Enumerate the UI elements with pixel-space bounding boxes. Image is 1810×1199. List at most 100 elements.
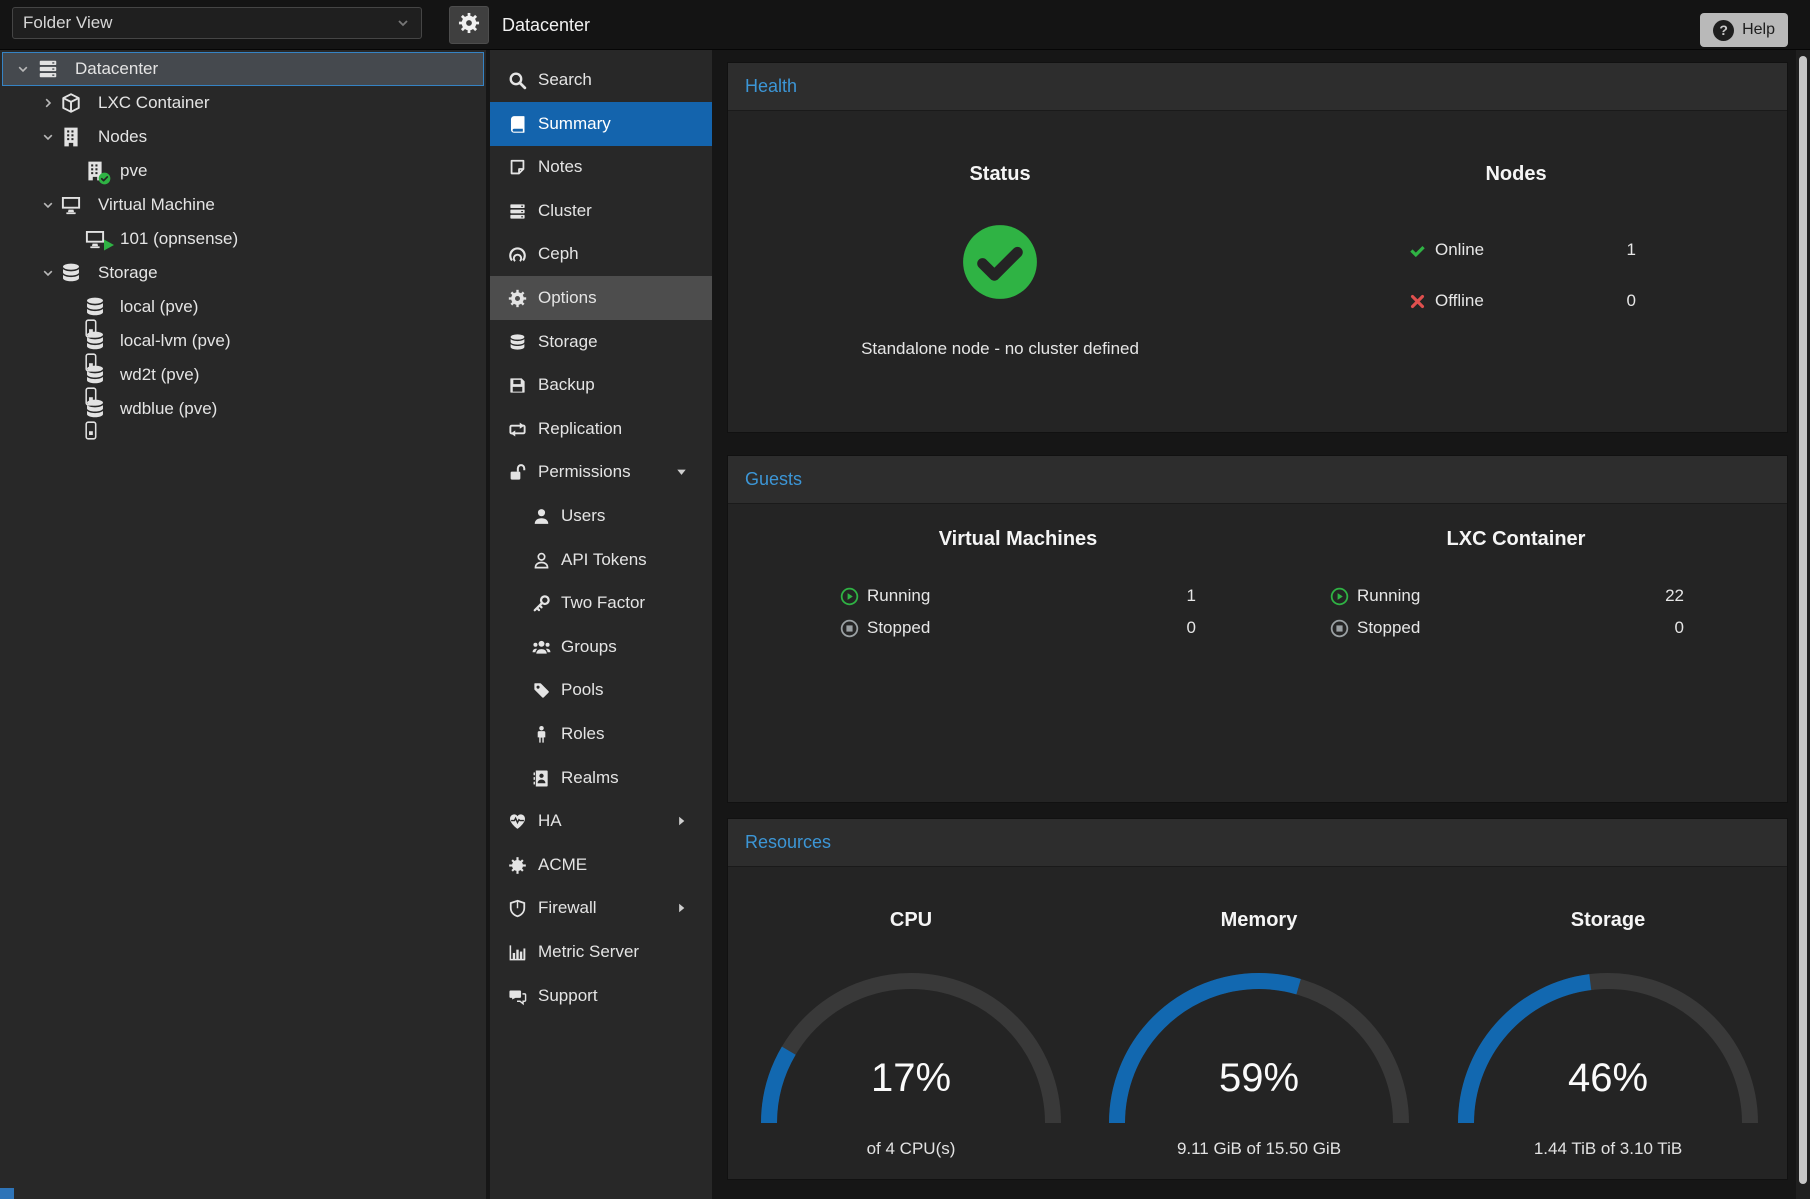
menu-item-label: Backup bbox=[538, 375, 595, 395]
menu-item-realms[interactable]: Realms bbox=[490, 756, 712, 800]
gauge-storage: Storage46%1.44 TiB of 3.10 TiB bbox=[1458, 867, 1758, 1180]
help-button-label: Help bbox=[1742, 21, 1775, 39]
menu-item-metric-server[interactable]: Metric Server bbox=[490, 930, 712, 974]
tree-item-storage[interactable]: Storage bbox=[2, 256, 484, 290]
top-bar: Folder View Datacenter ? Help bbox=[0, 0, 1810, 50]
arrow-down-icon bbox=[674, 465, 692, 480]
menu-item-options[interactable]: Options bbox=[490, 276, 712, 320]
proxmox-app: Folder View Datacenter ? Help Datacenter… bbox=[0, 0, 1810, 1199]
guest-status-row-virtual-machines-stopped: Stopped0 bbox=[840, 618, 1196, 638]
datacenter-menu: Search Summary Notes Cluster CephOptionsStor… bbox=[490, 50, 712, 1199]
check-circle-icon bbox=[98, 172, 111, 185]
menu-item-users[interactable]: Users bbox=[490, 494, 712, 538]
nodes-table: Online1Offline0 bbox=[1408, 111, 1636, 433]
health-panel-body: Status Standalone node - no cluster defi… bbox=[728, 111, 1787, 433]
tree-item-lxc-container[interactable]: LXC Container bbox=[2, 86, 484, 120]
arrow-right-icon bbox=[674, 901, 692, 916]
gear-icon bbox=[506, 288, 528, 308]
desktop-icon bbox=[60, 194, 90, 216]
resource-tree: DatacenterLXC ContainerNodespveVirtual M… bbox=[0, 50, 486, 1199]
menu-item-notes[interactable]: Notes bbox=[490, 145, 712, 189]
tree-item-local-lvm-pve[interactable]: local-lvm (pve) bbox=[2, 324, 484, 358]
expand-chevron-icon[interactable] bbox=[40, 95, 56, 111]
resources-panel-body: CPU17%of 4 CPU(s)Memory59%9.11 GiB of 15… bbox=[728, 867, 1787, 1180]
guest-status-label: Running bbox=[867, 586, 930, 606]
guests-panel: Guests Virtual MachinesRunning1Stopped0L… bbox=[727, 455, 1788, 803]
guests-column-title: Virtual Machines bbox=[818, 528, 1218, 551]
tree-item-local-pve[interactable]: local (pve) bbox=[2, 290, 484, 324]
collapse-chevron-icon[interactable] bbox=[15, 61, 31, 77]
vm-running-icon bbox=[84, 228, 114, 250]
tree-item-virtual-machine[interactable]: Virtual Machine bbox=[2, 188, 484, 222]
resources-panel-title: Resources bbox=[745, 832, 831, 853]
tree-item-label: wdblue (pve) bbox=[120, 399, 217, 419]
guests-panel-body: Virtual MachinesRunning1Stopped0LXC Cont… bbox=[728, 504, 1787, 803]
tree-settings-button[interactable] bbox=[449, 6, 489, 44]
menu-item-cluster[interactable]: Cluster bbox=[490, 189, 712, 233]
menu-item-label: Support bbox=[538, 986, 598, 1006]
view-selector-value: Folder View bbox=[23, 13, 112, 33]
guest-status-row-lxc-container-running: Running22 bbox=[1330, 586, 1684, 606]
cross-icon bbox=[1408, 292, 1427, 311]
menu-item-support[interactable]: Support bbox=[490, 974, 712, 1018]
menu-item-replication[interactable]: Replication bbox=[490, 407, 712, 451]
tree-item-nodes[interactable]: Nodes bbox=[2, 120, 484, 154]
menu-item-label: Summary bbox=[538, 114, 611, 134]
menu-item-label: Permissions bbox=[538, 462, 631, 482]
node-online-icon bbox=[84, 160, 114, 182]
comments-icon bbox=[506, 986, 528, 1006]
guest-status-label: Stopped bbox=[867, 618, 930, 638]
tree-item-wd2t-pve[interactable]: wd2t (pve) bbox=[2, 358, 484, 392]
gauge-title: Storage bbox=[1458, 909, 1758, 932]
guest-status-row-virtual-machines-running: Running 1 bbox=[840, 586, 1196, 606]
menu-item-ha[interactable]: HA bbox=[490, 799, 712, 843]
menu-item-two-factor[interactable]: Two Factor bbox=[490, 581, 712, 625]
tree-item-label: Storage bbox=[98, 263, 158, 283]
user-icon bbox=[530, 506, 552, 526]
menu-item-label: Metric Server bbox=[538, 942, 639, 962]
gauge-percent: 17% bbox=[761, 1053, 1061, 1103]
bottom-left-accent bbox=[0, 1188, 14, 1199]
menu-item-label: Cluster bbox=[538, 201, 592, 221]
tree-item-label: local-lvm (pve) bbox=[120, 331, 231, 351]
menu-item-search[interactable]: Search bbox=[490, 58, 712, 102]
view-selector[interactable]: Folder View bbox=[12, 7, 422, 39]
menu-item-api-tokens[interactable]: API Tokens bbox=[490, 538, 712, 582]
guest-status-value: 1 bbox=[1187, 586, 1196, 606]
gauge-title: CPU bbox=[761, 909, 1061, 932]
scrollbar-thumb[interactable] bbox=[1799, 56, 1807, 1184]
play-icon bbox=[103, 238, 115, 252]
vertical-scrollbar bbox=[1796, 50, 1810, 1199]
menu-item-firewall[interactable]: Firewall bbox=[490, 886, 712, 930]
menu-item-label: API Tokens bbox=[561, 550, 647, 570]
book-icon bbox=[506, 114, 528, 134]
floppy-icon bbox=[506, 375, 528, 395]
tree-item-wdblue-pve[interactable]: wdblue (pve) bbox=[2, 392, 484, 426]
menu-item-groups[interactable]: Groups bbox=[490, 625, 712, 669]
menu-item-permissions[interactable]: Permissions bbox=[490, 450, 712, 494]
guests-panel-title: Guests bbox=[745, 469, 802, 490]
collapse-chevron-icon[interactable] bbox=[40, 265, 56, 281]
tree-item-datacenter[interactable]: Datacenter bbox=[2, 52, 484, 86]
collapse-chevron-icon[interactable] bbox=[40, 129, 56, 145]
menu-item-label: Two Factor bbox=[561, 593, 645, 613]
health-panel: Health Status Standalone node - no clust… bbox=[727, 62, 1788, 433]
menu-item-ceph[interactable]: Ceph bbox=[490, 232, 712, 276]
guest-status-label: Stopped bbox=[1357, 618, 1420, 638]
help-button[interactable]: ? Help bbox=[1700, 13, 1788, 47]
menu-item-backup[interactable]: Backup bbox=[490, 363, 712, 407]
menu-item-pools[interactable]: Pools bbox=[490, 668, 712, 712]
menu-item-acme[interactable]: ACME bbox=[490, 843, 712, 887]
menu-item-summary[interactable]: Summary bbox=[490, 102, 712, 146]
menu-item-storage[interactable]: Storage bbox=[490, 320, 712, 364]
collapse-chevron-icon[interactable] bbox=[40, 197, 56, 213]
tree-item-101-opnsense[interactable]: 101 (opnsense) bbox=[2, 222, 484, 256]
tree-item-label: local (pve) bbox=[120, 297, 198, 317]
menu-item-label: HA bbox=[538, 811, 562, 831]
tree-item-pve[interactable]: pve bbox=[2, 154, 484, 188]
gauge-memory: Memory59%9.11 GiB of 15.50 GiB bbox=[1109, 867, 1409, 1180]
menu-item-roles[interactable]: Roles bbox=[490, 712, 712, 756]
main-content: Health Status Standalone node - no clust… bbox=[712, 50, 1796, 1199]
resources-panel: Resources CPU17%of 4 CPU(s)Memory59%9.11… bbox=[727, 818, 1788, 1180]
gauge-detail: 9.11 GiB of 15.50 GiB bbox=[1109, 1139, 1409, 1159]
